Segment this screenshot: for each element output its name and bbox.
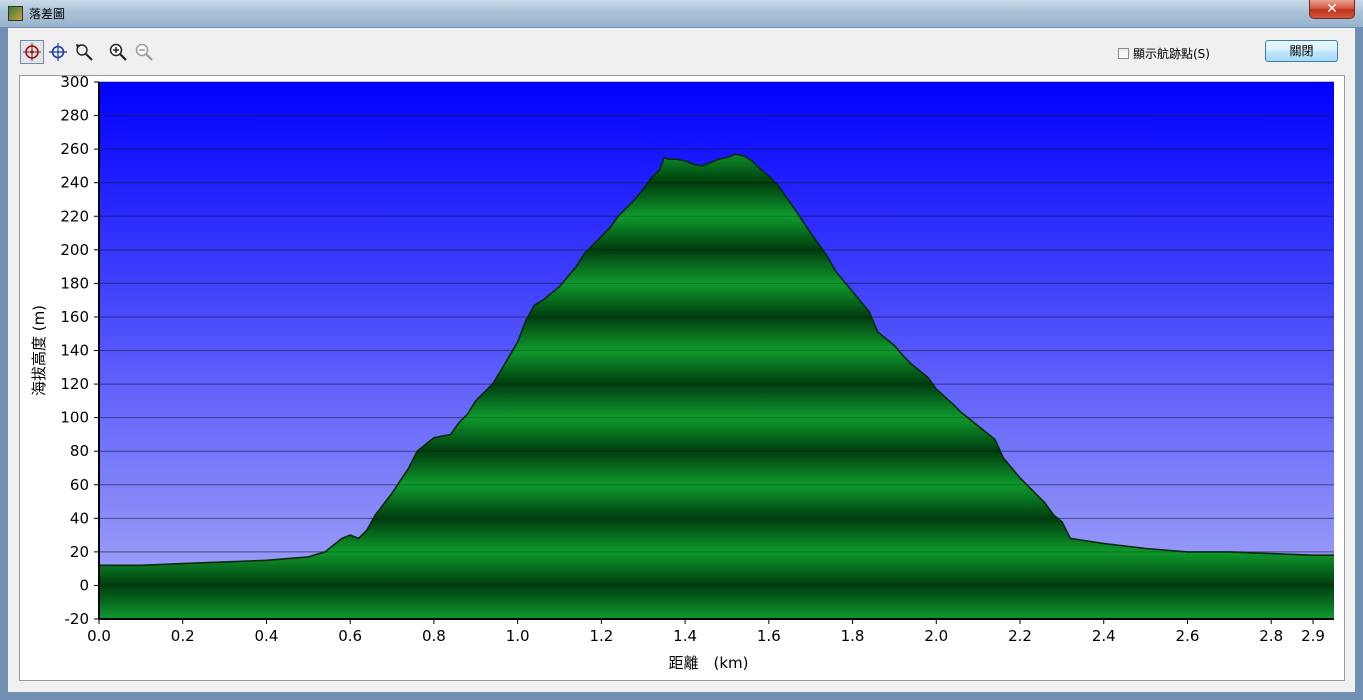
y-tick-label: 40 (70, 509, 89, 527)
y-tick-label: 120 (60, 375, 89, 393)
y-tick-label: 60 (70, 476, 89, 494)
zoom-in-icon[interactable] (106, 40, 130, 64)
y-tick-label: 220 (60, 207, 89, 225)
x-tick-label: 2.6 (1176, 627, 1200, 645)
crosshair-icon[interactable] (46, 40, 70, 64)
x-tick-label: 0.4 (255, 627, 279, 645)
show-waypoints-option[interactable]: 顯示航跡點(S) (1118, 45, 1210, 62)
x-tick-label: 2.9 (1301, 627, 1325, 645)
x-tick-label: 1.6 (757, 627, 781, 645)
y-tick-label: 180 (60, 274, 89, 292)
elevation-chart[interactable]: 300 280 260 240 220 200 180 160 140 120 100 80 60 40 2… (19, 75, 1345, 681)
x-tick-label: 0.8 (422, 627, 446, 645)
target-select-icon[interactable] (20, 40, 44, 64)
y-tick-label: 280 (60, 107, 89, 125)
y-tick-label: 100 (60, 409, 89, 427)
window-close-button[interactable]: ✕ (1309, 0, 1355, 19)
x-tick-label: 0.6 (338, 627, 362, 645)
toolbar: 顯示航跡點(S) 關閉 (8, 28, 1355, 73)
show-waypoints-label: 顯示航跡點(S) (1133, 47, 1210, 61)
y-tick-label: 240 (60, 174, 89, 192)
y-tick-label: -20 (65, 610, 90, 628)
close-button[interactable]: 關閉 (1265, 40, 1338, 62)
x-tick-label: 2.2 (1008, 627, 1032, 645)
app-icon (8, 6, 23, 21)
x-axis-label: 距離 (km) (668, 654, 748, 672)
x-tick-label: 0.0 (87, 627, 111, 645)
show-waypoints-checkbox[interactable] (1118, 48, 1129, 59)
y-tick-label: 140 (60, 342, 89, 360)
y-tick-label: 80 (70, 442, 89, 460)
y-tick-label: 300 (60, 76, 89, 91)
window-title: 落差圖 (29, 7, 66, 21)
x-tick-label: 1.2 (589, 627, 613, 645)
dialog-body: 顯示航跡點(S) 關閉 300 280 260 240 220 200 180 160 140 1… (8, 28, 1355, 692)
x-tick-label: 1.4 (673, 627, 697, 645)
y-tick-label: 0 (79, 576, 89, 594)
y-axis-label: 海拔高度 (m) (30, 305, 48, 396)
magnifier-pointer-icon[interactable] (72, 40, 96, 64)
x-tick-label: 1.8 (841, 627, 865, 645)
title-bar: 落差圖 ✕ (0, 0, 1363, 27)
x-tick-label: 1.0 (506, 627, 530, 645)
x-tick-label: 2.0 (924, 627, 948, 645)
y-tick-label: 160 (60, 308, 89, 326)
zoom-out-icon[interactable] (132, 40, 156, 64)
x-tick-label: 2.4 (1092, 627, 1116, 645)
y-tick-label: 20 (70, 543, 89, 561)
x-tick-label: 0.2 (171, 627, 195, 645)
y-tick-label: 260 (60, 140, 89, 158)
x-tick-label: 2.8 (1259, 627, 1283, 645)
y-tick-label: 200 (60, 241, 89, 259)
elevation-chart-svg: 3002802602402202001801601401201008060402… (30, 76, 1334, 672)
